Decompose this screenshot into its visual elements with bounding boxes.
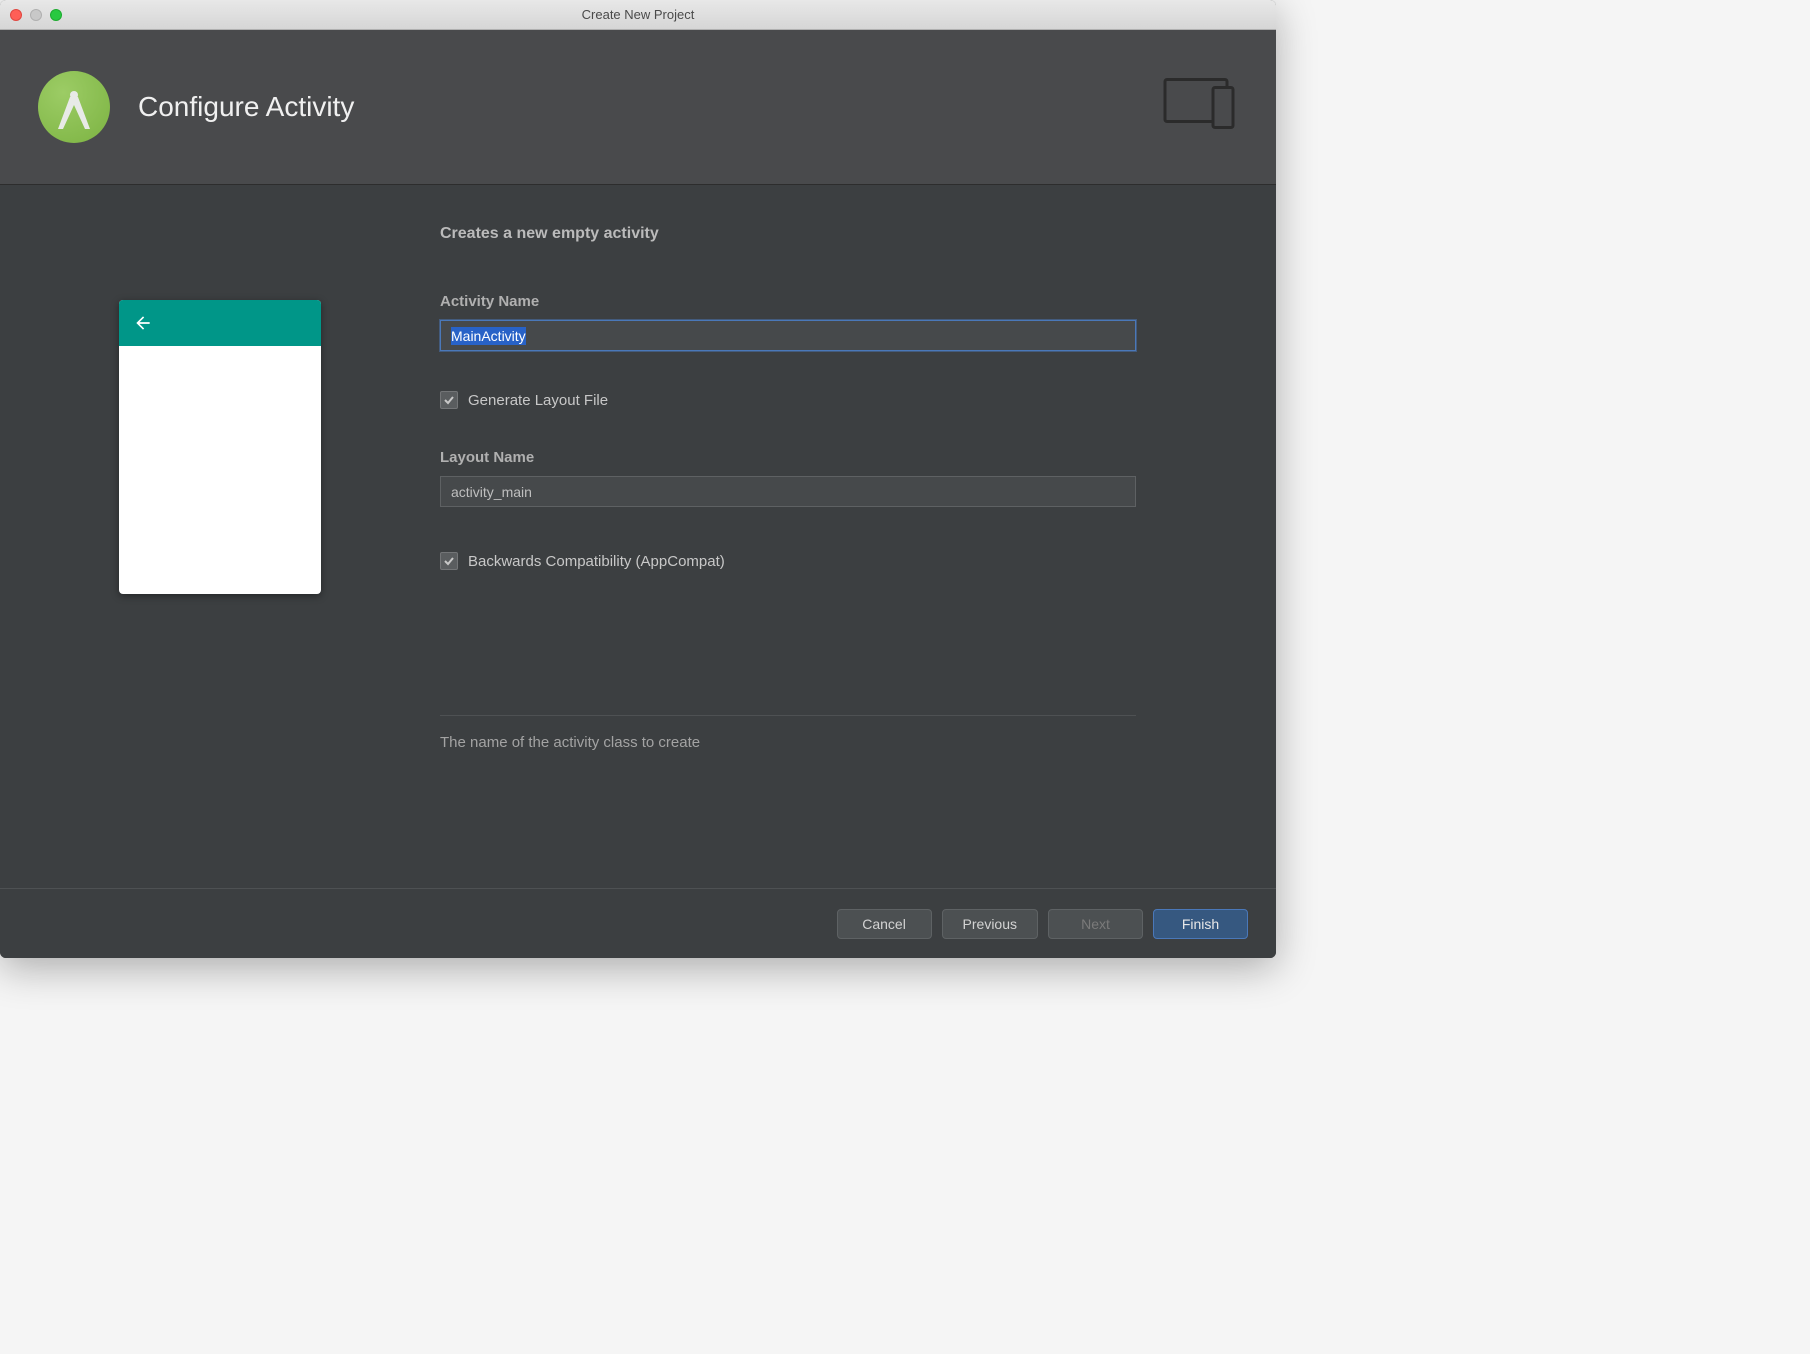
layout-name-input[interactable] [440, 476, 1136, 507]
content-area: Creates a new empty activity Activity Na… [0, 185, 1276, 888]
activity-name-label: Activity Name [440, 293, 1136, 310]
previous-button[interactable]: Previous [942, 909, 1038, 939]
generate-layout-checkbox[interactable] [440, 391, 458, 409]
phone-mockup [119, 300, 321, 594]
wizard-footer: Cancel Previous Next Finish [0, 888, 1276, 958]
banner-title: Configure Activity [138, 91, 354, 123]
cancel-button[interactable]: Cancel [837, 909, 932, 939]
generate-layout-label: Generate Layout File [468, 392, 608, 409]
titlebar: Create New Project [0, 0, 1276, 30]
minimize-window-button[interactable] [30, 9, 42, 21]
window-controls [10, 9, 62, 21]
maximize-window-button[interactable] [50, 9, 62, 21]
layout-name-label: Layout Name [440, 449, 1136, 466]
window-title: Create New Project [10, 7, 1266, 22]
checkmark-icon [443, 555, 455, 567]
next-button[interactable]: Next [1048, 909, 1143, 939]
mock-appbar [119, 300, 321, 346]
backwards-compat-label: Backwards Compatibility (AppCompat) [468, 553, 725, 570]
hint-text: The name of the activity class to create [440, 734, 1136, 751]
template-preview-pane [0, 225, 440, 888]
device-preview-icon [1163, 78, 1241, 137]
form-pane: Creates a new empty activity Activity Na… [440, 225, 1276, 888]
arrow-back-icon [133, 313, 153, 333]
section-title: Creates a new empty activity [440, 225, 1136, 243]
finish-button[interactable]: Finish [1153, 909, 1248, 939]
checkmark-icon [443, 394, 455, 406]
close-window-button[interactable] [10, 9, 22, 21]
backwards-compat-row: Backwards Compatibility (AppCompat) [440, 552, 1136, 570]
activity-name-input[interactable]: MainActivity [440, 320, 1136, 351]
activity-name-value: MainActivity [451, 327, 526, 345]
android-studio-logo-icon [38, 71, 110, 143]
wizard-window: Create New Project Configure Activity [0, 0, 1276, 958]
wizard-banner: Configure Activity [0, 30, 1276, 185]
generate-layout-row: Generate Layout File [440, 391, 1136, 409]
hint-divider [440, 715, 1136, 716]
backwards-compat-checkbox[interactable] [440, 552, 458, 570]
